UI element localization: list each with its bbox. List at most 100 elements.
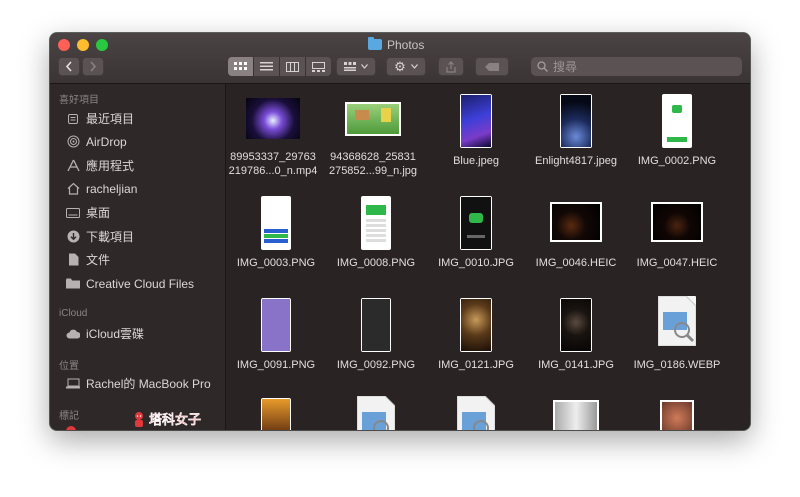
- watermark-logo: 塔科女子: [132, 409, 201, 428]
- sidebar-item-label: 桌面: [86, 206, 111, 220]
- downloads-icon: [66, 230, 80, 244]
- file-name: IMG_0141.JPG: [538, 359, 614, 371]
- sidebar-item-applications[interactable]: 應用程式: [66, 156, 134, 175]
- sidebar-heading-icloud: iCloud: [59, 308, 88, 319]
- sidebar-item-label: racheljian: [86, 181, 138, 196]
- image-thumbnail: [553, 400, 599, 430]
- file-item[interactable]: IMG_0141.JPG: [526, 288, 626, 378]
- gallery-view-button[interactable]: [306, 57, 331, 76]
- preview-document-icon: [657, 295, 697, 347]
- file-item[interactable]: [426, 390, 526, 430]
- file-item[interactable]: IMG_0186.WEBP: [627, 288, 727, 378]
- column-view-button[interactable]: [280, 57, 306, 76]
- icon-view-icon: [234, 62, 247, 70]
- file-name: IMG_0010.JPG: [438, 257, 514, 269]
- action-button[interactable]: ⚙: [386, 57, 426, 76]
- sidebar-item-label: Creative Cloud Files: [86, 276, 195, 291]
- sidebar-heading-tags: 標記: [59, 411, 79, 422]
- video-thumbnail: [246, 98, 300, 139]
- file-item[interactable]: IMG_0008.PNG: [326, 186, 426, 276]
- image-thumbnail: [662, 94, 692, 148]
- share-button[interactable]: [438, 57, 464, 76]
- sidebar-item-icloud-drive[interactable]: iCloud雲碟: [66, 324, 144, 343]
- file-name: IMG_0186.WEBP: [633, 359, 721, 371]
- tag-icon: [485, 62, 499, 71]
- chevron-left-icon: [65, 61, 72, 72]
- file-item[interactable]: IMG_0091.PNG: [226, 288, 326, 378]
- sidebar-item-home[interactable]: racheljian: [66, 179, 137, 198]
- window-title: Photos: [368, 36, 424, 53]
- file-item[interactable]: Blue.jpeg: [426, 84, 526, 174]
- file-item[interactable]: 89953337_29763 219786...0_n.mp4: [226, 84, 323, 177]
- image-thumbnail: [345, 102, 401, 136]
- file-item[interactable]: 94368628_25831 275852...99_n.jpg: [323, 84, 423, 177]
- tags-button[interactable]: [475, 57, 509, 76]
- document-thumbnail: [356, 395, 396, 430]
- list-view-button[interactable]: [254, 57, 280, 76]
- icon-view-button[interactable]: [228, 57, 254, 76]
- tag-red-dot[interactable]: [66, 426, 76, 430]
- file-item[interactable]: IMG_0046.HEIC: [526, 186, 626, 276]
- chevron-down-icon: [410, 64, 418, 69]
- sidebar-item-desktop[interactable]: 桌面: [66, 203, 110, 222]
- sidebar-item-recents[interactable]: 最近項目: [66, 109, 134, 128]
- sidebar-item-label: AirDrop: [86, 134, 127, 149]
- file-item[interactable]: IMG_0121.JPG: [426, 288, 526, 378]
- search-field[interactable]: 搜尋: [531, 57, 742, 76]
- file-item[interactable]: IMG_0047.HEIC: [627, 186, 727, 276]
- search-icon: [537, 61, 548, 72]
- airdrop-icon: [66, 135, 80, 149]
- file-name: Enlight4817.jpeg: [535, 155, 617, 167]
- file-item[interactable]: IMG_0010.JPG: [426, 186, 526, 276]
- sidebar-item-creative-cloud[interactable]: Creative Cloud Files: [66, 274, 194, 293]
- zoom-button[interactable]: [96, 39, 108, 51]
- back-button[interactable]: [58, 57, 80, 76]
- list-view-icon: [260, 62, 273, 71]
- forward-button[interactable]: [82, 57, 104, 76]
- search-placeholder: 搜尋: [553, 60, 578, 74]
- watermark-text: 塔科女子: [149, 412, 202, 427]
- file-item[interactable]: IMG_0003.PNG: [226, 186, 326, 276]
- sidebar-item-documents[interactable]: 文件: [66, 250, 110, 269]
- file-item[interactable]: Enlight4817.jpeg: [526, 84, 626, 174]
- file-name: IMG_0121.JPG: [438, 359, 514, 371]
- image-thumbnail: [261, 398, 291, 430]
- image-thumbnail: [651, 202, 703, 242]
- image-thumbnail: [560, 94, 592, 148]
- file-name: IMG_0008.PNG: [336, 257, 416, 269]
- home-icon: [66, 182, 80, 196]
- documents-icon: [66, 253, 80, 267]
- file-item[interactable]: [326, 390, 426, 430]
- file-name-line1: 94368628_25831: [330, 151, 416, 163]
- sidebar-item-macbook[interactable]: Rachel的 MacBook Pro: [66, 374, 211, 393]
- applications-icon: [66, 159, 80, 173]
- image-thumbnail: [460, 298, 492, 352]
- file-name: IMG_0047.HEIC: [636, 257, 718, 269]
- recents-icon: [66, 112, 80, 126]
- group-button[interactable]: [336, 57, 376, 76]
- file-name: IMG_0091.PNG: [236, 359, 316, 371]
- desktop-icon: [66, 206, 80, 220]
- close-button[interactable]: [58, 39, 70, 51]
- file-item[interactable]: IMG_0092.PNG: [326, 288, 426, 378]
- sidebar-item-airdrop[interactable]: AirDrop: [66, 132, 127, 151]
- sidebar-item-label: iCloud雲碟: [86, 327, 145, 341]
- sidebar-item-label: Rachel的 MacBook Pro: [86, 377, 211, 391]
- file-item[interactable]: IMG_0002.PNG: [627, 84, 727, 174]
- file-item[interactable]: [226, 390, 326, 430]
- file-item[interactable]: [627, 390, 727, 430]
- chevron-right-icon: [90, 61, 97, 72]
- sidebar-item-downloads[interactable]: 下載項目: [66, 227, 134, 246]
- toolbar: Photos ⚙ 搜尋: [50, 33, 750, 84]
- view-mode-control: [228, 57, 331, 76]
- folder-icon: [66, 277, 80, 291]
- document-thumbnail: [657, 295, 697, 347]
- image-thumbnail: [261, 196, 291, 250]
- image-thumbnail: [560, 298, 592, 352]
- file-name: IMG_0092.PNG: [336, 359, 416, 371]
- sidebar-item-label: 最近項目: [86, 112, 135, 126]
- column-view-icon: [286, 61, 299, 72]
- file-item[interactable]: [526, 390, 626, 430]
- minimize-button[interactable]: [77, 39, 89, 51]
- laptop-icon: [66, 377, 80, 391]
